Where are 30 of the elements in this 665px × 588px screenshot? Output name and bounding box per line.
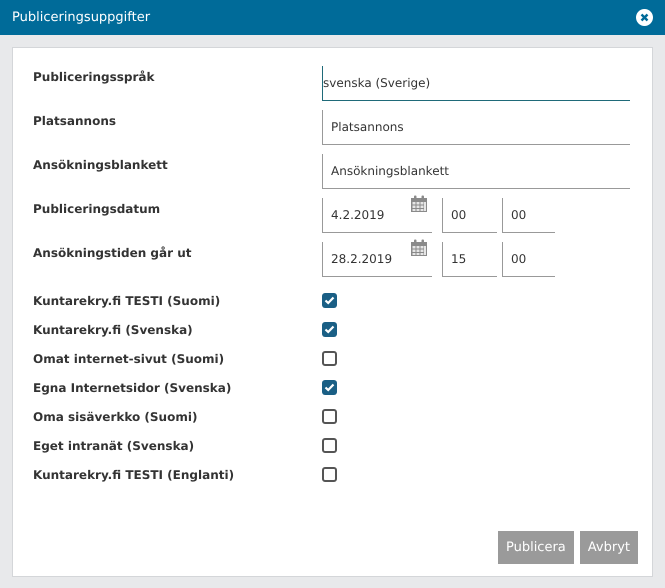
field-label: Publiceringsspråk xyxy=(33,69,156,86)
checkbox[interactable] xyxy=(322,293,337,308)
checkbox-label: Kuntarekry.fi (Svenska) xyxy=(33,322,194,338)
close-icon[interactable] xyxy=(636,9,653,26)
checkbox-label: Oma sisäverkko (Suomi) xyxy=(33,408,198,426)
checkbox[interactable] xyxy=(322,322,337,337)
minute-field[interactable]: 00 xyxy=(502,198,555,233)
checkbox[interactable] xyxy=(322,351,337,366)
field-label: Ansökningstiden går ut xyxy=(33,245,192,262)
text-field[interactable]: svenska (Sverige) xyxy=(322,66,630,101)
field-label: Ansökningsblankett xyxy=(33,157,169,174)
hour-field[interactable]: 00 xyxy=(442,198,497,233)
checkbox[interactable] xyxy=(322,438,337,453)
checkbox[interactable] xyxy=(322,467,337,482)
field-label: Platsannons xyxy=(33,113,117,130)
minute-field[interactable]: 00 xyxy=(502,242,555,277)
text-field[interactable]: Platsannons xyxy=(322,110,630,145)
window-title: Publiceringsuppgifter xyxy=(12,8,150,27)
checkbox-label: Eget intranät (Svenska) xyxy=(33,438,196,454)
text-field[interactable]: Ansökningsblankett xyxy=(322,154,630,189)
hour-field[interactable]: 15 xyxy=(442,242,497,277)
calendar-icon[interactable] xyxy=(410,239,428,257)
checkbox-label: Kuntarekry.fi TESTI (Englanti) xyxy=(33,466,236,484)
checkbox-label: Omat internet-sivut (Suomi) xyxy=(33,350,226,368)
checkbox[interactable] xyxy=(322,380,337,395)
field-label: Publiceringsdatum xyxy=(33,201,162,218)
checkbox-label: Kuntarekry.fi TESTI (Suomi) xyxy=(33,292,222,310)
checkbox-label: Egna Internetsidor (Svenska) xyxy=(33,380,232,396)
calendar-icon[interactable] xyxy=(410,195,428,213)
checkbox[interactable] xyxy=(322,409,337,424)
